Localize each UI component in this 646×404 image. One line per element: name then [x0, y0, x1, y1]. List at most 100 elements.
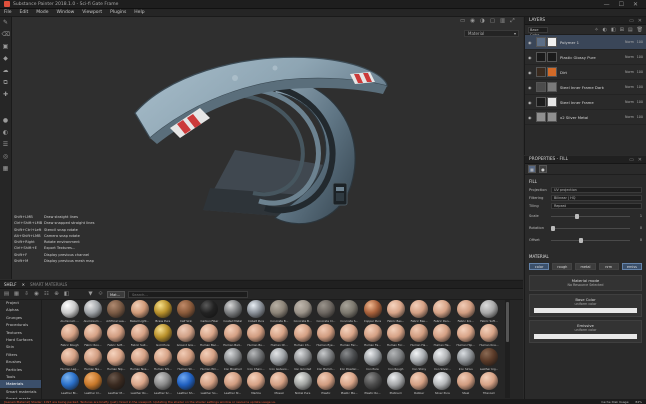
zoom-icon[interactable]: ⊕: [53, 291, 60, 297]
material-swatch[interactable]: Concrete B...: [268, 300, 291, 324]
material-swatch[interactable]: Copper Pure: [361, 300, 384, 324]
material-swatch[interactable]: Rubber: [407, 372, 430, 396]
material-swatch[interactable]: Titanium: [477, 372, 500, 396]
material-swatch[interactable]: Iron Chain...: [244, 348, 267, 372]
material-swatch[interactable]: Leather St...: [221, 372, 244, 396]
add-layer-icon[interactable]: ⊞: [620, 27, 624, 33]
chip-metal[interactable]: metal: [575, 263, 596, 270]
material-swatch[interactable]: Human For...: [384, 324, 407, 348]
shelf-category[interactable]: Hard Surfaces: [0, 336, 41, 343]
layer-mask-thumbnail[interactable]: [547, 112, 557, 122]
layer-mask-thumbnail[interactable]: [547, 97, 557, 107]
material-swatch[interactable]: Silver Pure: [431, 372, 454, 396]
base-color-block[interactable]: Base Color uniform color: [529, 294, 642, 317]
material-swatch[interactable]: Human Ha...: [407, 324, 430, 348]
material-swatch[interactable]: Fabric Rough: [58, 324, 81, 348]
material-swatch[interactable]: Fabric Bas...: [407, 300, 430, 324]
offset-value[interactable]: 0: [630, 238, 642, 242]
close-panel-icon[interactable]: ✕: [638, 157, 642, 163]
shelf-category[interactable]: Smart materials: [0, 388, 41, 395]
close-panel-icon[interactable]: ✕: [638, 18, 642, 24]
material-swatch[interactable]: Concrete Cl...: [314, 300, 337, 324]
layer-opacity[interactable]: 100: [634, 85, 643, 89]
material-swatch[interactable]: Leather M...: [105, 372, 128, 396]
shelf-category[interactable]: Brushes: [0, 358, 41, 365]
material-swatch[interactable]: Iron Powder...: [338, 348, 361, 372]
material-mode-block[interactable]: Material mode No Resource Selected: [529, 275, 642, 291]
layer-name[interactable]: Polymer 1: [560, 40, 618, 45]
material-swatch[interactable]: Human Ne...: [81, 348, 104, 372]
add-fill-layer-icon[interactable]: ◧: [611, 27, 616, 33]
material-swatch[interactable]: Steel: [454, 372, 477, 396]
material-swatch[interactable]: Iron Galvani...: [268, 348, 291, 372]
material-swatch[interactable]: Artificial Lea...: [105, 300, 128, 324]
material-swatch[interactable]: Human Wri...: [198, 348, 221, 372]
rotation-slider[interactable]: [551, 225, 630, 231]
shelf-category[interactable]: Grunges: [0, 314, 41, 321]
layer-opacity[interactable]: 100: [634, 115, 643, 119]
material-swatch[interactable]: Human Shi...: [151, 348, 174, 372]
scrollbar-thumb[interactable]: [506, 302, 509, 342]
layer-opacity[interactable]: 100: [634, 100, 643, 104]
shelf-category[interactable]: Textures: [0, 329, 41, 336]
material-swatch[interactable]: Plastic Ro...: [361, 372, 384, 396]
chip-emiss[interactable]: emiss: [621, 263, 643, 270]
visibility-eye-icon[interactable]: ◉: [528, 40, 533, 45]
layer-row[interactable]: ◉ Steel Inner Frame Dark Norm 100: [525, 80, 646, 95]
paint-brush-icon[interactable]: ✎: [2, 19, 10, 27]
material-swatch[interactable]: Iron Rough: [384, 348, 407, 372]
display-settings-icon[interactable]: ☰: [2, 141, 10, 149]
layer-name[interactable]: Steel Inner Frame Dark: [560, 85, 618, 90]
layer-row[interactable]: ◉ Steel Inner Frame Norm 100: [525, 95, 646, 110]
layer-name[interactable]: Steel Inner Frame: [560, 100, 618, 105]
chip-nrm[interactable]: nrm: [598, 263, 619, 270]
material-swatch[interactable]: Human Bell...: [221, 324, 244, 348]
minimize-panel-icon[interactable]: ▭: [629, 18, 634, 24]
tag-icon[interactable]: ⟐: [97, 291, 104, 298]
visibility-eye-icon[interactable]: ◉: [528, 100, 533, 105]
tab-fill-icon[interactable]: ▦: [528, 165, 536, 173]
menu-window[interactable]: Window: [57, 10, 75, 15]
material-swatch[interactable]: Platinum: [384, 372, 407, 396]
maximize-icon[interactable]: ☐: [619, 1, 624, 8]
layer-mask-thumbnail[interactable]: [547, 37, 557, 47]
menu-file[interactable]: File: [4, 10, 12, 15]
iray-render-icon[interactable]: ◑: [480, 18, 485, 24]
material-swatch[interactable]: Plastic: [314, 372, 337, 396]
sci-fi-gate-model[interactable]: [125, 38, 395, 228]
add-mask-icon[interactable]: ◐: [603, 27, 607, 33]
layout-single-icon[interactable]: ▢: [490, 18, 495, 24]
offset-slider-handle[interactable]: [578, 237, 583, 243]
material-swatch[interactable]: Iron Grinded: [291, 348, 314, 372]
layer-row[interactable]: ◉ Dirt Norm 100: [525, 65, 646, 80]
layout-split-icon[interactable]: ▥: [500, 18, 505, 24]
material-swatch[interactable]: Leather Bl...: [58, 372, 81, 396]
color-picker-icon[interactable]: ✚: [2, 91, 10, 99]
thumbnail-icon[interactable]: ◧: [63, 291, 70, 297]
material-swatch[interactable]: Iron Hamm...: [314, 348, 337, 372]
layer-row[interactable]: ◉ x2 Silver Metal Norm 100: [525, 110, 646, 125]
minimize-panel-icon[interactable]: ▭: [629, 157, 634, 163]
material-swatch[interactable]: Nickel Pure: [291, 372, 314, 396]
material-swatch[interactable]: Human Ch...: [268, 324, 291, 348]
material-swatch[interactable]: Leather Cl...: [81, 372, 104, 396]
material-swatch[interactable]: Concrete S...: [338, 300, 361, 324]
material-swatch[interactable]: Fabric Den...: [431, 300, 454, 324]
material-swatch[interactable]: Fabric Soft...: [105, 324, 128, 348]
shader-settings-icon[interactable]: ◎: [2, 153, 10, 161]
material-swatch[interactable]: Human Nip...: [105, 348, 128, 372]
material-swatch[interactable]: Leather Sc...: [151, 372, 174, 396]
camera-icon[interactable]: ▭: [460, 18, 465, 24]
material-swatch[interactable]: Iron Sirius: [454, 348, 477, 372]
material-swatch[interactable]: Iron Shiny: [407, 348, 430, 372]
material-swatch[interactable]: Human Nos...: [128, 348, 151, 372]
layer-blend-mode[interactable]: Norm: [618, 55, 634, 59]
emissive-block[interactable]: Emissive uniform color: [529, 320, 642, 343]
material-swatch[interactable]: Plastic Ma...: [338, 372, 361, 396]
material-swatch[interactable]: Carbon Fiber: [198, 300, 221, 324]
clone-icon[interactable]: ⧉: [2, 79, 10, 87]
screenshot-icon[interactable]: ◉: [470, 18, 475, 24]
material-swatch[interactable]: Human Eye...: [314, 324, 337, 348]
material-swatch[interactable]: Human Leg...: [58, 348, 81, 372]
visibility-eye-icon[interactable]: ◉: [528, 115, 533, 120]
